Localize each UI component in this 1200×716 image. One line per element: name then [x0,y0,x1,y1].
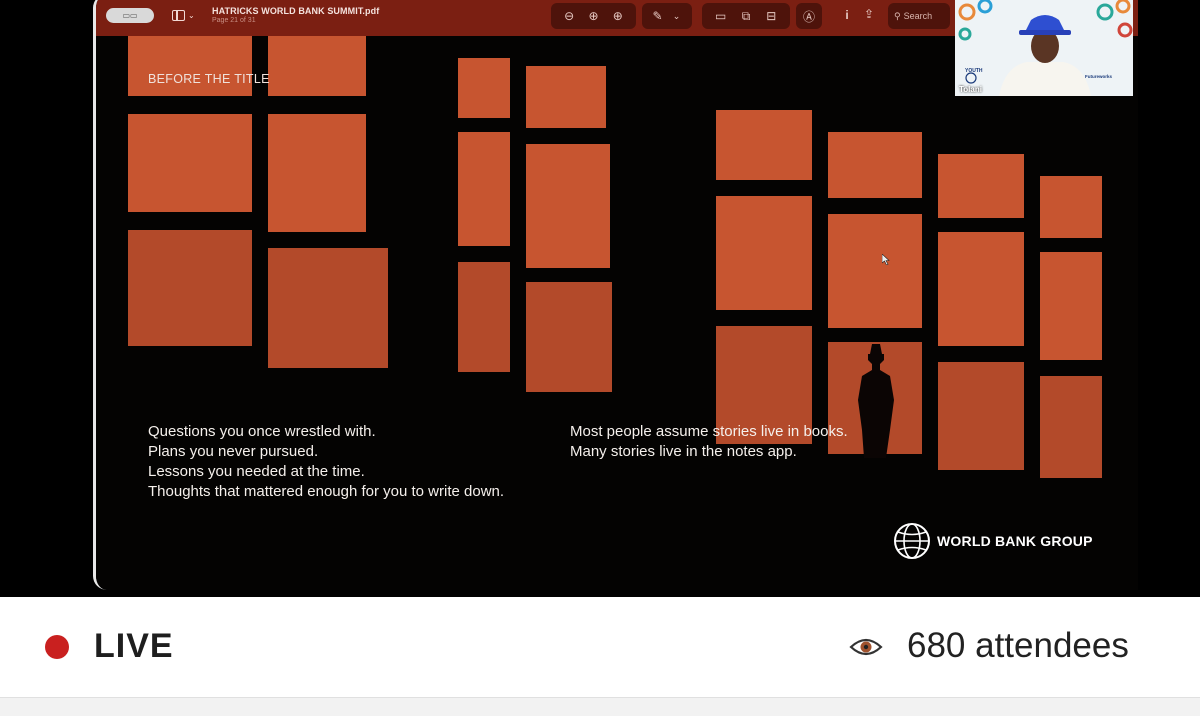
chevron-down-icon[interactable]: ⌄ [667,11,686,22]
window-pane [526,282,612,392]
slide-right-text: Most people assume stories live in books… [570,422,930,462]
markup-pen-icon[interactable]: ✎ [648,9,667,23]
participant-name: Tolani [959,85,982,94]
highlight-icon[interactable]: ▭ [710,9,732,23]
zoom-controls: ⊖ ⊕ ⊕ [551,3,636,29]
sidebar-icon [172,9,185,21]
eye-icon [849,638,883,656]
window-pane [128,114,252,212]
annotate-icon[interactable]: Ⓐ [798,8,820,25]
window-pane [268,248,388,368]
window-pane [938,232,1024,346]
edit-controls: ▭ ⧉ ⊟ [702,3,790,29]
world-bank-logo: WORLD BANK GROUP [893,522,1093,560]
live-label: LIVE [94,627,174,665]
window-pane [938,362,1024,470]
slide-left-text: Questions you once wrestled with. Plans … [148,422,528,502]
window-pane [128,230,252,346]
globe-icon [894,523,930,559]
share-icon[interactable]: ⇪ [858,7,880,21]
live-indicator-dot [45,635,69,659]
attendee-count: 680 attendees [907,626,1129,665]
video-stage: ▭▭ ⌄ HATRICKS WORLD BANK SUMMIT.pdf Page… [0,0,1200,597]
slide-text-line: Lessons you needed at the time. [148,463,365,480]
annotate-control: Ⓐ [796,3,822,29]
window-pane [828,132,922,198]
window-pane [458,132,510,246]
window-pane [1040,252,1102,360]
window-pane [828,214,922,328]
slide-kicker: BEFORE THE TITLE [148,72,270,86]
mouse-cursor-icon [882,254,890,265]
speaker-video-image: YOUTH Futureworks [955,0,1133,96]
sidebar-toggle-button[interactable]: ⌄ [172,6,200,24]
slide-content: BEFORE THE TITLE Questions you once wres… [96,36,1138,590]
slide-text-line: Thoughts that mattered enough for you to… [148,483,505,500]
slide-text-line: Questions you once wrestled with. [148,423,376,440]
live-status-bar: LIVE 680 attendees [0,597,1200,697]
file-name: HATRICKS WORLD BANK SUMMIT.pdf [212,6,380,16]
slide-text-line: Most people assume stories live in books… [570,423,848,440]
speaker-webcam: YOUTH Futureworks Tolani [955,0,1133,96]
window-pane [938,154,1024,218]
window-pane [458,262,510,372]
rotate-icon[interactable]: ⧉ [735,9,757,24]
window-pane [128,36,252,96]
window-pane [526,144,610,268]
window-pane [1040,176,1102,238]
bottom-strip [0,697,1200,716]
window-pane [458,58,510,118]
markup-controls: ✎ ⌄ [642,3,692,29]
window-controls[interactable]: ▭▭ [106,7,154,23]
window-pane [716,110,812,180]
window-pane [716,196,812,310]
slide-text-line: Plans you never pursued. [148,443,319,460]
zoom-in-icon[interactable]: ⊕ [582,9,604,23]
page-indicator: Page 21 of 31 [212,17,256,24]
search-icon: ⚲ [894,10,901,21]
document-title: HATRICKS WORLD BANK SUMMIT.pdf Page 21 o… [212,6,379,24]
window-pane [1040,376,1102,478]
logo-text: WORLD BANK GROUP [937,533,1093,549]
svg-text:YOUTH: YOUTH [965,68,983,74]
window-pane [268,114,366,232]
edit-box-icon[interactable]: ⊟ [760,9,782,23]
zoom-fit-icon[interactable]: ⊕ [607,9,629,23]
window-pane [526,66,606,128]
slide-text-line: Many stories live in the notes app. [570,443,797,460]
search-placeholder: Search [903,11,933,21]
chevron-down-icon: ⌄ [188,10,195,20]
svg-text:Futureworks: Futureworks [1085,74,1113,79]
search-field[interactable]: ⚲ Search [888,3,950,29]
info-icon[interactable]: i [836,8,858,22]
zoom-out-icon[interactable]: ⊖ [558,9,580,23]
window-pane [268,36,366,96]
